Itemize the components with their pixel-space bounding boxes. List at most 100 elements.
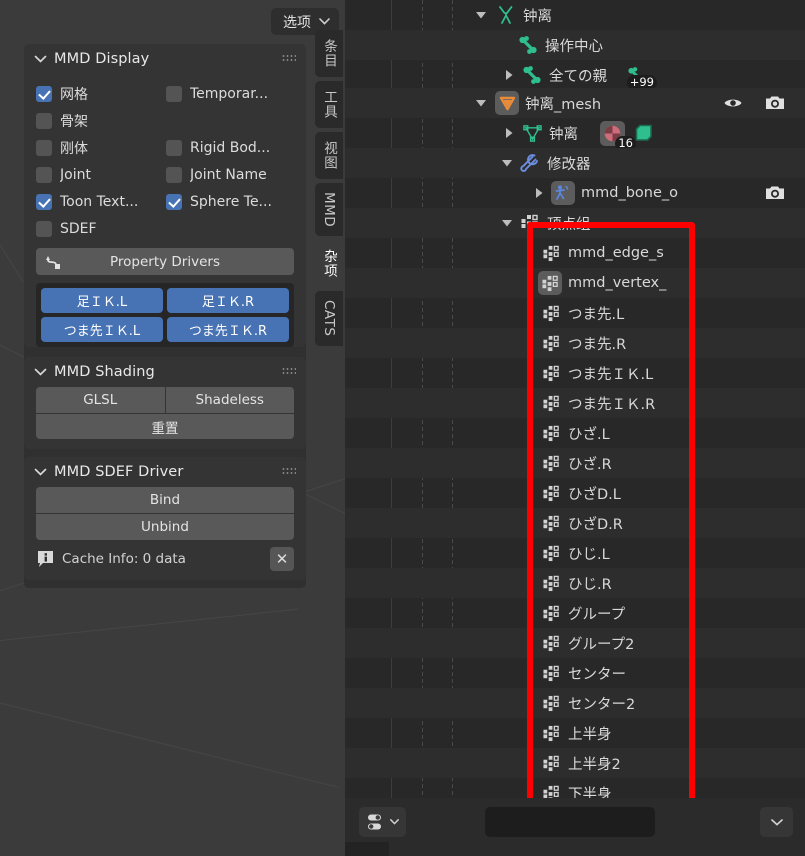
panel-drag-grip-icon[interactable] <box>282 467 296 477</box>
outliner-row-mesh-data[interactable]: 钟离 16 <box>345 118 805 151</box>
checkbox-box[interactable] <box>36 166 52 183</box>
checkbox-item[interactable]: Joint Name <box>166 166 296 183</box>
checkbox-item[interactable]: Rigid Bod... <box>166 139 296 156</box>
panel-drag-grip-icon[interactable] <box>282 367 296 377</box>
outliner-row-vertex-group[interactable]: つま先.L <box>345 298 805 328</box>
chevron-down-icon[interactable] <box>32 464 48 480</box>
checkbox-item[interactable]: Sphere Te... <box>166 193 296 210</box>
close-icon[interactable]: ✕ <box>270 547 294 571</box>
disclosure-triangle-right-icon[interactable] <box>501 125 517 141</box>
disclosure-triangle-right-icon[interactable] <box>501 67 517 83</box>
panel-header-mmd-display[interactable]: MMD Display <box>24 44 306 74</box>
disclosure-triangle-down-icon[interactable] <box>499 155 515 171</box>
outliner-row-vertex-group[interactable]: ひざD.R <box>345 508 805 538</box>
bone-icon <box>521 64 543 86</box>
camera-icon[interactable] <box>765 183 785 203</box>
checkbox-box[interactable] <box>36 112 52 129</box>
outliner-row-vertex-group[interactable]: mmd_vertex_ <box>345 268 805 298</box>
outliner-row-vertex-group[interactable]: ひざ.L <box>345 418 805 448</box>
panel-title: MMD Shading <box>54 364 155 380</box>
checkbox-item[interactable]: Temporar... <box>166 85 296 102</box>
outliner-row-vertex-group[interactable]: 上半身 <box>345 718 805 748</box>
checkbox-item[interactable]: Toon Text... <box>36 193 166 210</box>
tab-tool[interactable]: 工具 <box>315 81 343 128</box>
outliner-row-armature[interactable]: 钟离 <box>345 0 805 30</box>
outliner-row-vertex-group[interactable]: mmd_edge_s <box>345 238 805 268</box>
disclosure-triangle-down-icon[interactable] <box>473 95 489 111</box>
material-count-badge: 16 <box>600 120 636 151</box>
disclosure-triangle-down-icon[interactable] <box>473 7 489 23</box>
camera-icon[interactable] <box>765 93 785 113</box>
checkbox-box[interactable] <box>166 139 182 156</box>
outliner-row-vertex-group[interactable]: 上半身2 <box>345 748 805 778</box>
3d-viewport[interactable]: 选项 MMD Display 网格 Temporar... 骨架 刚体 Rigi… <box>0 0 345 856</box>
ik-button-toe-r[interactable]: つま先ＩＫ.R <box>167 317 289 342</box>
outliner-row-vertex-group[interactable]: グループ <box>345 598 805 628</box>
checkbox-box[interactable] <box>36 85 52 102</box>
outliner-display-mode-dropdown[interactable] <box>760 807 793 837</box>
unbind-button[interactable]: Unbind <box>36 514 294 540</box>
panel-header-mmd-sdef-driver[interactable]: MMD SDEF Driver <box>24 457 306 487</box>
search-input[interactable] <box>485 807 676 837</box>
outliner-row-vertex-group[interactable]: ひざD.L <box>345 478 805 508</box>
outliner-row-vertex-group[interactable]: センター <box>345 658 805 688</box>
outliner-row-vertex-group[interactable]: ひざ.R <box>345 448 805 478</box>
outliner-row-vertex-group[interactable]: センター2 <box>345 688 805 718</box>
ik-button-foot-l[interactable]: 足ＩＫ.L <box>41 288 163 313</box>
search-field[interactable] <box>500 814 676 830</box>
ik-button-toe-l[interactable]: つま先ＩＫ.L <box>41 317 163 342</box>
tab-item[interactable]: 条目 <box>315 30 343 77</box>
checkbox-box[interactable] <box>36 193 52 210</box>
outliner-editor[interactable]: 钟离 操作中心 全ての親 +99 钟离_mesh 钟离 16 修改器 mmd_b… <box>345 0 805 798</box>
checkbox-box[interactable] <box>36 220 52 237</box>
tab-mmd[interactable]: MMD <box>315 183 343 237</box>
tab-label: 杂项 <box>321 249 337 279</box>
outliner-row-modifier-item[interactable]: mmd_bone_o <box>345 178 805 208</box>
tab-label: CATS <box>321 300 337 337</box>
tab-cats[interactable]: CATS <box>315 291 343 346</box>
outliner-row-vertex-group[interactable]: つま先.R <box>345 328 805 358</box>
tab-misc[interactable]: 杂项 <box>315 240 343 288</box>
checkbox-item[interactable]: Joint <box>36 166 166 183</box>
chevron-down-icon[interactable] <box>32 51 48 67</box>
checkbox-box[interactable] <box>166 193 182 210</box>
disclosure-triangle-right-icon[interactable] <box>531 185 547 201</box>
checkbox-box[interactable] <box>36 139 52 156</box>
disclosure-triangle-down-icon[interactable] <box>499 215 515 231</box>
panel-drag-grip-icon[interactable] <box>282 54 296 64</box>
vertex-group-label: ひざ.L <box>568 426 610 443</box>
shadeless-button[interactable]: Shadeless <box>165 387 294 413</box>
checkbox-box[interactable] <box>166 85 182 102</box>
outliner-row-modifiers[interactable]: 修改器 <box>345 148 805 178</box>
tab-view[interactable]: 视图 <box>315 132 343 179</box>
outliner-row-vertex-group[interactable]: グループ2 <box>345 628 805 658</box>
filter-toggle-icon <box>367 814 381 830</box>
bind-button[interactable]: Bind <box>36 487 294 513</box>
checkbox-box[interactable] <box>166 166 182 183</box>
checkbox-item[interactable]: SDEF <box>36 220 166 237</box>
outliner-row-vertex-group[interactable]: ひじ.L <box>345 538 805 568</box>
outliner-row-bone[interactable]: 操作中心 <box>345 30 805 60</box>
outliner-row-vertex-groups[interactable]: 顶点组 <box>345 208 805 238</box>
property-drivers-button[interactable]: Property Drivers <box>36 248 294 275</box>
vertex-group-label: mmd_edge_s <box>568 245 664 261</box>
filter-toggle-button[interactable] <box>359 807 406 837</box>
chevron-down-icon[interactable] <box>32 364 48 380</box>
reset-shading-button[interactable]: 重置 <box>36 414 294 439</box>
checkbox-item[interactable]: 刚体 <box>36 138 166 158</box>
checkbox-label: Joint <box>60 166 91 183</box>
eye-icon[interactable] <box>723 93 743 113</box>
checkbox-item[interactable]: 骨架 <box>36 111 166 131</box>
vertex-group-label: ひじ.L <box>568 546 610 563</box>
outliner-row-vertex-group[interactable]: つま先ＩＫ.R <box>345 388 805 418</box>
outliner-row-vertex-group[interactable]: 下半身 <box>345 778 805 798</box>
ik-button-foot-r[interactable]: 足ＩＫ.R <box>167 288 289 313</box>
outliner-row-bone[interactable]: 全ての親 +99 <box>345 60 805 90</box>
outliner-footer <box>345 798 805 856</box>
glsl-button[interactable]: GLSL <box>36 387 165 413</box>
panel-header-mmd-shading[interactable]: MMD Shading <box>24 357 306 387</box>
checkbox-item[interactable]: 网格 <box>36 84 166 104</box>
outliner-row-mesh-object[interactable]: 钟离_mesh <box>345 88 805 118</box>
outliner-row-vertex-group[interactable]: ひじ.R <box>345 568 805 598</box>
outliner-row-vertex-group[interactable]: つま先ＩＫ.L <box>345 358 805 388</box>
